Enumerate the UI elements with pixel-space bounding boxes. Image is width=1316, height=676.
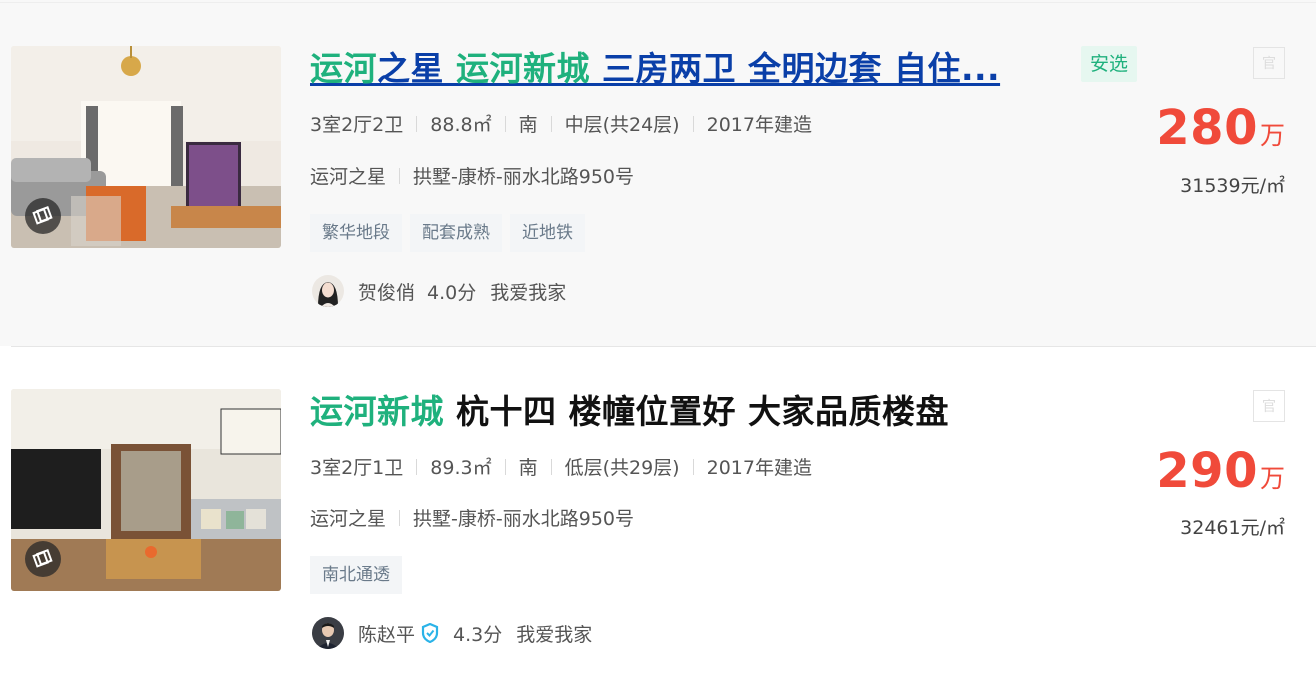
agent-score: 4.0分 [427,281,477,304]
address-link[interactable]: 拱墅-康桥-丽水北路950号 [413,162,634,189]
listing-photo[interactable] [11,46,281,248]
total-price: 280 万 [1156,100,1285,156]
divider [504,115,506,132]
price-unit: 万 [1259,121,1285,150]
shield-check-icon [421,623,439,643]
orientation: 南 [518,114,538,136]
agent-company: 我爱我家 [516,623,593,646]
agent-company: 我爱我家 [490,281,567,304]
listing-photo[interactable] [11,389,281,591]
unit-price: 31539元/㎡ [1180,175,1285,197]
area: 88.8㎡ [430,114,492,136]
official-icon-label: 官 [1262,56,1276,72]
price-value: 290 [1156,443,1258,499]
feature-tag: 南北通透 [310,556,402,594]
official-icon-label: 官 [1262,399,1276,415]
feature-tag: 繁华地段 [310,214,402,252]
feature-tags: 南北通透 [310,556,402,594]
agent-avatar[interactable] [312,275,344,307]
listing-title[interactable]: 运河之星 运河新城 三房两卫 全明边套 自住... [310,42,1040,90]
agent-avatar[interactable] [312,617,344,649]
price-unit: 万 [1259,464,1285,493]
vr-tour-icon[interactable] [25,198,61,234]
divider [416,458,418,475]
divider [416,115,418,132]
title-keyword: 运河新城 [310,392,444,431]
room-layout: 3室2厅1卫 [310,457,404,479]
area: 89.3㎡ [430,457,492,479]
listing-title[interactable]: 运河新城 杭十四 楼幢位置好 大家品质楼盘 [310,385,1040,433]
divider [692,115,694,132]
room-layout: 3室2厅2卫 [310,114,404,136]
total-price: 290 万 [1156,443,1285,499]
community-link[interactable]: 运河之星 [310,504,386,531]
title-keyword: 运河 [310,49,377,88]
feature-tag: 配套成熟 [410,214,502,252]
feature-tag: 近地铁 [510,214,585,252]
orientation: 南 [518,457,538,479]
divider [399,167,401,184]
listing-card[interactable]: 运河之星 运河新城 三房两卫 全明边套 自住... 安选 官 3室2厅2卫 88… [0,0,1316,346]
divider [0,2,1316,3]
agent-name[interactable]: 陈赵平 [358,620,415,647]
divider [550,458,552,475]
build-year: 2017年建造 [706,114,812,136]
title-text: 三房两卫 全明边套 自住... [590,49,1001,88]
build-year: 2017年建造 [706,457,812,479]
official-icon[interactable]: 官 [1253,47,1285,79]
floor: 中层(共24层) [564,114,680,136]
divider [692,458,694,475]
title-text: 之星 [377,49,456,88]
divider [399,509,401,526]
house-info: 3室2厅1卫 89.3㎡ 南 低层(共29层) 2017年建造 [310,453,812,480]
title-keyword: 运河新城 [456,49,590,88]
floor: 低层(共29层) [564,457,680,479]
location: 运河之星 拱墅-康桥-丽水北路950号 [310,504,634,531]
anxuan-badge: 安选 [1081,46,1138,82]
house-info: 3室2厅2卫 88.8㎡ 南 中层(共24层) 2017年建造 [310,110,812,137]
community-link[interactable]: 运河之星 [310,162,386,189]
title-text: 杭十四 楼幢位置好 大家品质楼盘 [444,392,949,431]
divider [550,115,552,132]
unit-price: 32461元/㎡ [1180,517,1285,539]
official-icon[interactable]: 官 [1253,390,1285,422]
agent-info[interactable]: 贺俊俏 4.0分 我爱我家 [312,275,566,307]
location: 运河之星 拱墅-康桥-丽水北路950号 [310,162,634,189]
agent-name[interactable]: 贺俊俏 [358,278,415,305]
feature-tags: 繁华地段 配套成熟 近地铁 [310,214,585,252]
address-link[interactable]: 拱墅-康桥-丽水北路950号 [413,504,634,531]
agent-score: 4.3分 [453,623,503,646]
listing-card[interactable]: 运河新城 杭十四 楼幢位置好 大家品质楼盘 官 3室2厅1卫 89.3㎡ 南 低… [0,347,1316,676]
divider [504,458,506,475]
vr-tour-icon[interactable] [25,541,61,577]
agent-info[interactable]: 陈赵平 4.3分 我爱我家 [312,617,592,649]
price-value: 280 [1156,100,1258,156]
